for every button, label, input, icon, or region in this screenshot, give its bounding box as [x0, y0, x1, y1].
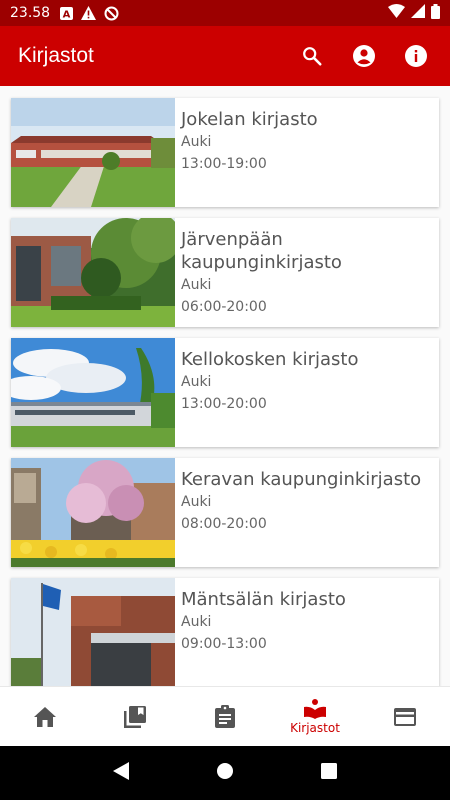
account-button[interactable] [346, 38, 382, 74]
wifi-icon [388, 4, 405, 22]
library-photo [11, 338, 175, 447]
account-icon [353, 45, 375, 67]
battery-icon [431, 3, 440, 23]
library-books-icon [124, 705, 146, 728]
search-icon [303, 47, 322, 66]
home-icon [34, 706, 56, 727]
library-name: Kellokosken kirjasto [181, 349, 359, 370]
card-icon [394, 707, 416, 726]
library-photo [11, 218, 175, 327]
app-bar: Kirjastot [0, 26, 450, 86]
library-status: Auki [181, 494, 212, 510]
home-circle-icon [216, 763, 233, 779]
search-button[interactable] [294, 38, 330, 74]
nav-kirjastot[interactable]: Kirjastot [270, 687, 360, 746]
nav-home[interactable] [0, 687, 90, 746]
home-button[interactable] [216, 762, 234, 784]
signal-icon [411, 4, 425, 22]
recents-icon [320, 763, 337, 779]
status-bar: 23.58 A [0, 0, 450, 26]
bottom-navigation: Kirjastot [0, 686, 450, 746]
library-name: Järvenpään kaupunginkirjasto [181, 229, 342, 273]
warning-icon [81, 6, 97, 20]
info-button[interactable] [398, 38, 434, 74]
library-hours: 09:00-13:00 [181, 636, 267, 652]
library-status: Auki [181, 614, 212, 630]
library-name: Keravan kaupunginkirjasto [181, 469, 422, 490]
nav-loans[interactable] [90, 687, 180, 746]
library-name: Mäntsälän kirjasto [181, 589, 346, 610]
clipboard-icon [215, 705, 235, 728]
library-list[interactable]: Jokelan kirjasto Auki 13:00-19:00 Järven… [0, 86, 450, 686]
library-status: Auki [181, 374, 212, 390]
list-item[interactable]: Kellokosken kirjasto Auki 13:00-20:00 [11, 338, 439, 447]
system-navigation-bar [0, 746, 450, 800]
status-time: 23.58 [10, 5, 51, 21]
library-hours: 13:00-19:00 [181, 156, 267, 172]
library-hours: 13:00-20:00 [181, 396, 267, 412]
library-icon [304, 698, 326, 719]
back-button[interactable] [113, 762, 130, 784]
svg-text:A: A [63, 9, 71, 20]
library-hours: 08:00-20:00 [181, 516, 267, 532]
library-photo [11, 458, 175, 567]
list-item[interactable]: Keravan kaupunginkirjasto Auki 08:00-20:… [11, 458, 439, 567]
library-photo [11, 578, 175, 686]
library-hours: 06:00-20:00 [181, 299, 267, 315]
page-title: Kirjastot [18, 44, 94, 67]
list-item[interactable]: Järvenpään kaupunginkirjasto Auki 06:00-… [11, 218, 439, 327]
nav-library-card[interactable] [360, 687, 450, 746]
recents-button[interactable] [320, 763, 337, 783]
library-status: Auki [181, 277, 212, 293]
nav-reservations[interactable] [180, 687, 270, 746]
list-item[interactable]: Jokelan kirjasto Auki 13:00-19:00 [11, 98, 439, 207]
library-status: Auki [181, 134, 212, 150]
dnd-icon [104, 6, 119, 21]
list-item[interactable]: Mäntsälän kirjasto Auki 09:00-13:00 [11, 578, 439, 686]
info-icon [405, 45, 427, 67]
library-photo [11, 98, 175, 207]
nav-kirjastot-label: Kirjastot [290, 720, 340, 735]
library-name: Jokelan kirjasto [181, 109, 318, 130]
a-notification-icon: A [60, 6, 74, 20]
back-icon [113, 762, 130, 780]
